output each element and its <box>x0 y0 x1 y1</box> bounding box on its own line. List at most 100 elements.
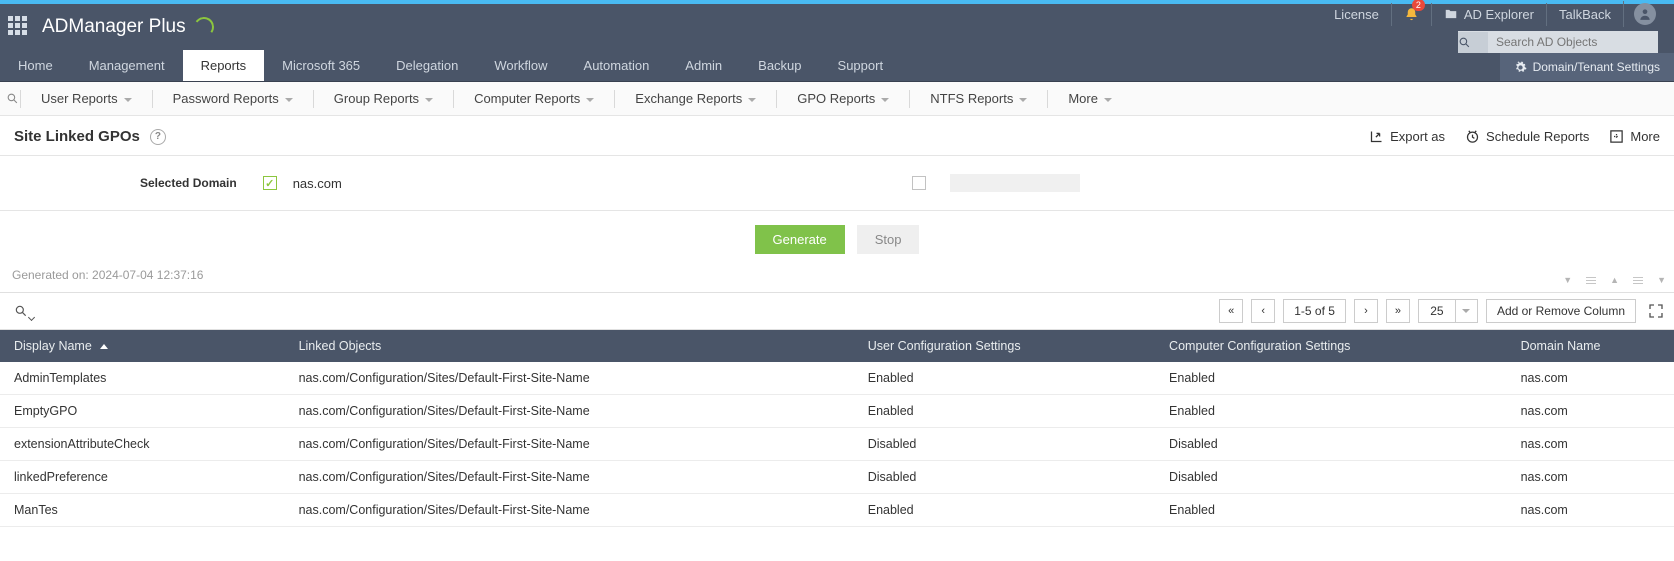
cell-linked: nas.com/Configuration/Sites/Default-Firs… <box>285 395 854 428</box>
more-icon <box>1609 129 1624 144</box>
generate-button[interactable]: Generate <box>755 225 845 254</box>
action-buttons: Generate Stop <box>0 211 1674 268</box>
talkback-link[interactable]: TalkBack <box>1546 3 1623 26</box>
notifications-button[interactable]: 2 <box>1391 3 1431 26</box>
subnav-group-reports[interactable]: Group Reports <box>314 91 453 106</box>
topbar-left: ADManager Plus <box>0 16 214 38</box>
subnav-label: More <box>1068 91 1098 106</box>
table-row[interactable]: AdminTemplatesnas.com/Configuration/Site… <box>0 362 1674 395</box>
col-display-name[interactable]: Display Name <box>0 330 285 362</box>
notification-badge: 2 <box>1412 0 1425 11</box>
table-row[interactable]: ManTesnas.com/Configuration/Sites/Defaul… <box>0 494 1674 527</box>
more-button[interactable]: More <box>1609 129 1660 144</box>
license-link[interactable]: License <box>1322 3 1391 26</box>
arrow-down-icon: ▼ <box>1657 275 1666 285</box>
col-linked-objects[interactable]: Linked Objects <box>285 330 854 362</box>
chevron-down-icon <box>1462 309 1470 313</box>
cell-computer: Disabled <box>1155 461 1507 494</box>
col-computer-config[interactable]: Computer Configuration Settings <box>1155 330 1507 362</box>
export-button[interactable]: Export as <box>1369 129 1445 144</box>
page-actions: Export as Schedule Reports More <box>1369 129 1660 144</box>
cell-display_name: linkedPreference <box>0 461 285 494</box>
subnav-gpo-reports[interactable]: GPO Reports <box>777 91 909 106</box>
page-size-selector[interactable]: 25 <box>1418 299 1478 323</box>
search-icon[interactable] <box>1458 32 1488 53</box>
subnav-ntfs-reports[interactable]: NTFS Reports <box>910 91 1047 106</box>
chevron-down-icon <box>1019 98 1027 102</box>
table-row[interactable]: extensionAttributeChecknas.com/Configura… <box>0 428 1674 461</box>
page-prev-button[interactable]: ‹ <box>1251 299 1275 323</box>
cell-user: Disabled <box>854 428 1155 461</box>
domain-checkbox-2[interactable] <box>912 176 926 190</box>
arrow-up-icon: ▲ <box>1610 275 1619 285</box>
cell-user: Disabled <box>854 461 1155 494</box>
page-size-value: 25 <box>1418 299 1456 323</box>
page-first-button[interactable]: « <box>1219 299 1243 323</box>
nav-reports[interactable]: Reports <box>183 50 265 81</box>
page-size-dropdown[interactable] <box>1456 299 1478 323</box>
help-icon[interactable]: ? <box>150 129 166 145</box>
domain-name-2-redacted <box>950 174 1080 192</box>
folder-icon <box>1444 7 1458 21</box>
nav-support[interactable]: Support <box>820 50 902 81</box>
subnav-label: Password Reports <box>173 91 279 106</box>
page-title-text: Site Linked GPOs <box>14 128 140 145</box>
domain-settings-button[interactable]: Domain/Tenant Settings <box>1500 53 1674 81</box>
chevron-down-icon <box>425 98 433 102</box>
resize-grip[interactable]: ▼ ▲ ▼ <box>1563 275 1674 285</box>
toplinks: License 2 AD Explorer TalkBack <box>1322 1 1666 27</box>
filter-area: Selected Domain nas.com <box>0 156 1674 211</box>
arrow-down-icon: ▼ <box>1563 275 1572 285</box>
table-header-row: Display Name Linked Objects User Configu… <box>0 330 1674 362</box>
export-icon <box>1369 129 1384 144</box>
nav-backup[interactable]: Backup <box>740 50 819 81</box>
nav-delegation[interactable]: Delegation <box>378 50 476 81</box>
ad-explorer-link[interactable]: AD Explorer <box>1431 3 1546 26</box>
domain-checkbox-1[interactable] <box>263 176 277 190</box>
page-next-button[interactable]: › <box>1354 299 1378 323</box>
table-toolbar: « ‹ 1-5 of 5 › » 25 Add or Remove Column <box>0 292 1674 330</box>
ad-explorer-label: AD Explorer <box>1464 7 1534 22</box>
grip-lines-icon <box>1586 277 1596 284</box>
nav-workflow[interactable]: Workflow <box>476 50 565 81</box>
nav-microsoft365[interactable]: Microsoft 365 <box>264 50 378 81</box>
col-user-config[interactable]: User Configuration Settings <box>854 330 1155 362</box>
cell-domain: nas.com <box>1507 461 1674 494</box>
subnav-exchange-reports[interactable]: Exchange Reports <box>615 91 776 106</box>
nav-management[interactable]: Management <box>71 50 183 81</box>
global-search[interactable] <box>1458 31 1658 53</box>
clock-icon <box>1465 129 1480 144</box>
subnav-label: Computer Reports <box>474 91 580 106</box>
brand[interactable]: ADManager Plus <box>42 16 214 38</box>
table-row[interactable]: linkedPreferencenas.com/Configuration/Si… <box>0 461 1674 494</box>
subnav-search-icon[interactable] <box>0 92 20 105</box>
cell-user: Enabled <box>854 494 1155 527</box>
subnav-password-reports[interactable]: Password Reports <box>153 91 313 106</box>
schedule-button[interactable]: Schedule Reports <box>1465 129 1589 144</box>
more-label: More <box>1630 129 1660 144</box>
add-remove-column-button[interactable]: Add or Remove Column <box>1486 299 1636 323</box>
subnav-more[interactable]: More <box>1048 91 1132 106</box>
stop-button[interactable]: Stop <box>857 225 920 254</box>
table-row[interactable]: EmptyGPOnas.com/Configuration/Sites/Defa… <box>0 395 1674 428</box>
nav-admin[interactable]: Admin <box>667 50 740 81</box>
table-search-icon[interactable] <box>10 300 32 322</box>
subnav-computer-reports[interactable]: Computer Reports <box>454 91 614 106</box>
user-avatar-button[interactable] <box>1623 1 1666 27</box>
nav-home[interactable]: Home <box>0 50 71 81</box>
col-domain-name[interactable]: Domain Name <box>1507 330 1674 362</box>
generated-on-text: Generated on: 2024-07-04 12:37:16 <box>0 268 215 292</box>
user-icon <box>1634 3 1656 25</box>
topbar: ADManager Plus License 2 AD Explorer Tal… <box>0 4 1674 50</box>
page-title: Site Linked GPOs ? <box>14 128 166 145</box>
apps-grid-icon[interactable] <box>8 16 30 38</box>
fullscreen-icon[interactable] <box>1648 303 1664 319</box>
grip-lines-icon <box>1633 277 1643 284</box>
nav-automation[interactable]: Automation <box>566 50 668 81</box>
subnav-label: User Reports <box>41 91 118 106</box>
page-last-button[interactable]: » <box>1386 299 1410 323</box>
cell-domain: nas.com <box>1507 494 1674 527</box>
subnav-user-reports[interactable]: User Reports <box>21 91 152 106</box>
search-input[interactable] <box>1488 31 1658 53</box>
cell-computer: Enabled <box>1155 494 1507 527</box>
